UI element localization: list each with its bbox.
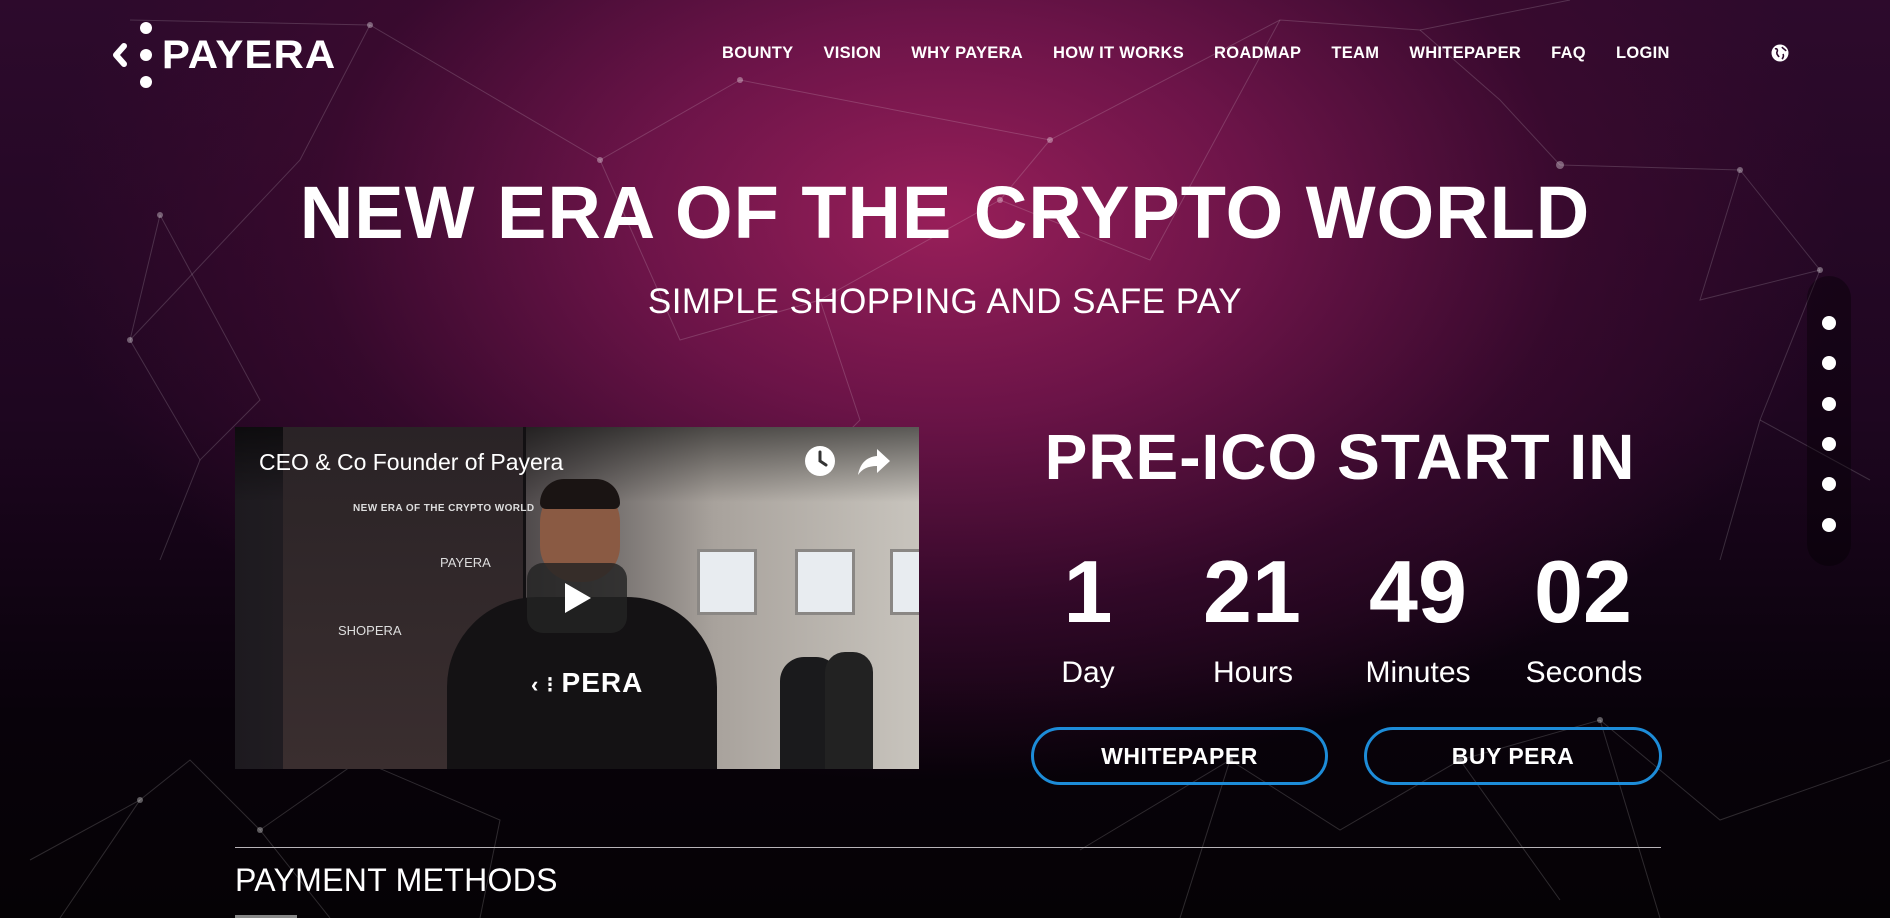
- video-background-person: [825, 652, 873, 769]
- section-dot[interactable]: [1822, 397, 1836, 411]
- play-button[interactable]: [527, 563, 627, 633]
- nav-vision[interactable]: VISION: [823, 44, 881, 63]
- video-poster-label: SHOPERA: [338, 623, 402, 638]
- nav-roadmap[interactable]: ROADMAP: [1214, 44, 1301, 63]
- globe-icon[interactable]: [1771, 44, 1789, 62]
- countdown-minutes-label: Minutes: [1365, 656, 1471, 689]
- nav-how-it-works[interactable]: HOW IT WORKS: [1053, 44, 1184, 63]
- hero-title: NEW ERA OF THE CRYPTO WORLD: [299, 171, 1591, 254]
- clock-icon[interactable]: [804, 445, 836, 477]
- whitepaper-button[interactable]: WHITEPAPER: [1031, 727, 1328, 785]
- video-window: [697, 549, 757, 615]
- video-window: [890, 549, 919, 615]
- video-shirt-logo: ‹ ⁝ PERA: [531, 667, 643, 699]
- countdown-hours-label: Hours: [1212, 656, 1294, 689]
- nav-whitepaper[interactable]: WHITEPAPER: [1409, 44, 1521, 63]
- nav-bounty[interactable]: BOUNTY: [722, 44, 793, 63]
- payment-methods-heading: PAYMENT METHODS: [235, 862, 558, 898]
- video-window: [795, 549, 855, 615]
- countdown-seconds-label: Seconds: [1525, 656, 1643, 689]
- section-dot[interactable]: [1822, 518, 1836, 532]
- play-icon: [565, 583, 591, 613]
- video-poster-heading: NEW ERA OF THE CRYPTO WORLD: [353, 503, 535, 514]
- video-poster-label: PAYERA: [440, 555, 491, 570]
- shirt-logo-text: PERA: [561, 667, 644, 698]
- countdown-seconds-value: 02: [1534, 542, 1632, 641]
- nav-team[interactable]: TEAM: [1331, 44, 1379, 63]
- nav-login[interactable]: LOGIN: [1616, 44, 1670, 63]
- hero-subtitle: SIMPLE SHOPPING AND SAFE PAY: [647, 282, 1243, 321]
- brand-logo[interactable]: PAYERA: [108, 18, 335, 92]
- countdown-minutes-value: 49: [1369, 542, 1467, 641]
- section-divider: [235, 847, 1661, 848]
- logo-text: PAYERA: [161, 32, 337, 77]
- payera-logo-icon: [113, 22, 152, 88]
- countdown-days-value: 1: [1063, 542, 1113, 641]
- video-title[interactable]: CEO & Co Founder of Payera: [259, 449, 563, 476]
- countdown-hours-value: 21: [1203, 542, 1301, 641]
- countdown-days-label: Day: [1061, 656, 1115, 689]
- section-dot[interactable]: [1822, 316, 1836, 330]
- nav-why-payera[interactable]: WHY PAYERA: [911, 44, 1023, 63]
- shirt-logo-mark: ‹ ⁝: [531, 672, 562, 697]
- section-dot[interactable]: [1822, 437, 1836, 451]
- section-dot[interactable]: [1822, 356, 1836, 370]
- video-speaker-hair: [540, 479, 620, 509]
- section-dot-nav: [1807, 276, 1851, 566]
- countdown-heading: PRE-ICO START IN: [1044, 421, 1636, 493]
- promo-video-player[interactable]: NEW ERA OF THE CRYPTO WORLD PAYERA SHOPE…: [235, 427, 919, 769]
- buy-pera-button[interactable]: BUY PERA: [1364, 727, 1662, 785]
- main-nav: BOUNTY VISION WHY PAYERA HOW IT WORKS RO…: [722, 44, 1700, 63]
- share-icon[interactable]: [857, 447, 891, 477]
- section-dot[interactable]: [1822, 477, 1836, 491]
- nav-faq[interactable]: FAQ: [1551, 44, 1586, 63]
